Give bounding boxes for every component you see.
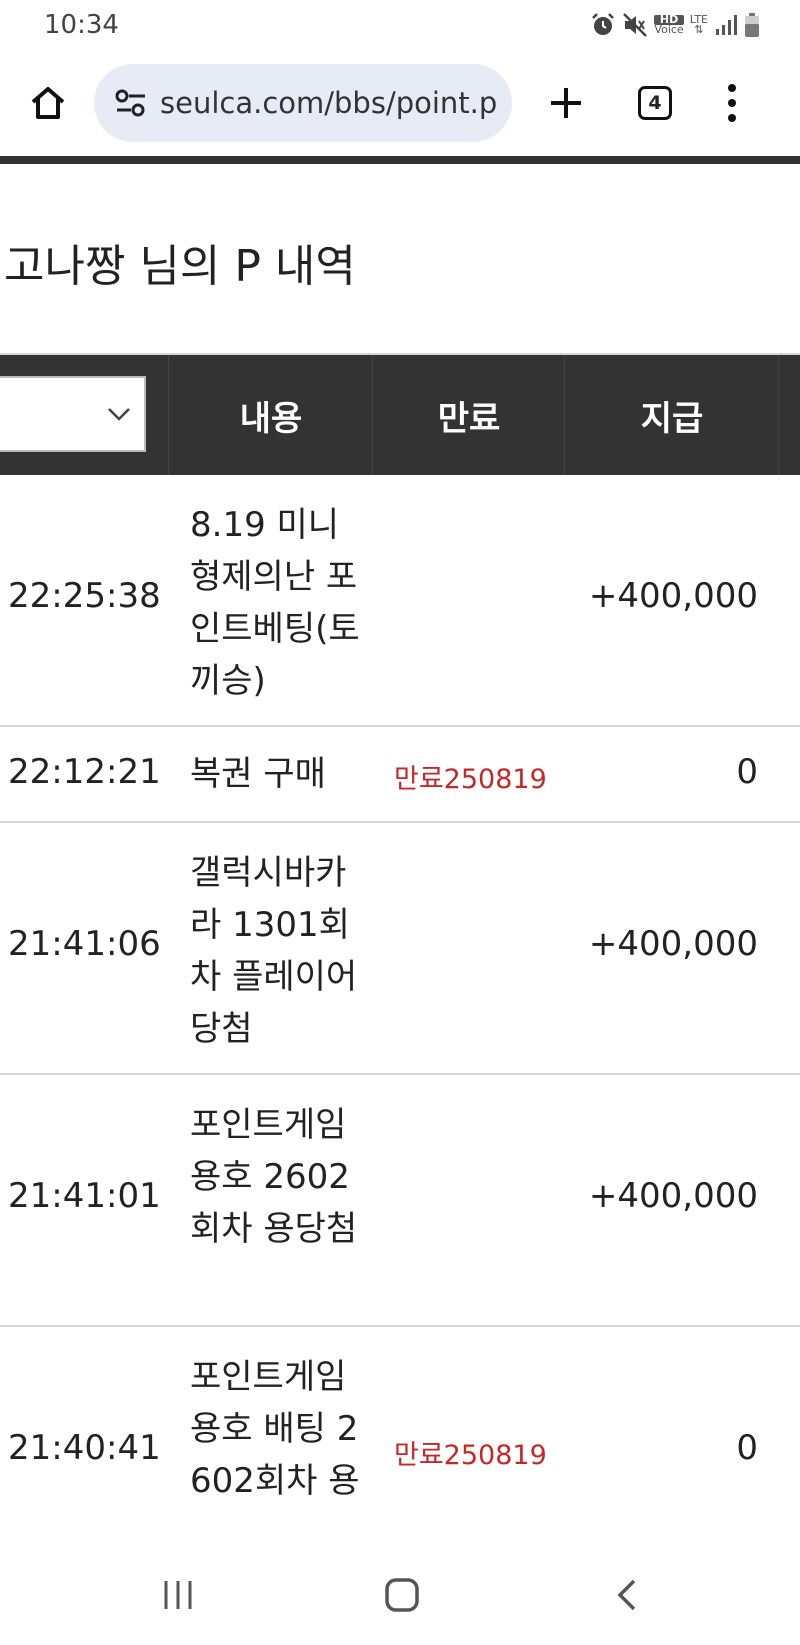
signal-icon xyxy=(716,15,737,35)
mute-icon xyxy=(623,13,648,37)
row-pay: 0 xyxy=(736,752,758,792)
row-pay: +400,000 xyxy=(588,576,758,616)
home-nav-icon[interactable] xyxy=(382,1575,422,1615)
back-icon[interactable] xyxy=(612,1575,644,1615)
header-expire: 만료 xyxy=(372,355,565,475)
recent-apps-icon[interactable] xyxy=(162,1575,194,1615)
row-time: 21:41:06 xyxy=(8,924,161,964)
row-pay: +400,000 xyxy=(588,924,758,964)
home-icon xyxy=(31,87,65,119)
more-menu-icon[interactable] xyxy=(726,84,738,122)
table-row: 21:40:41 포인트게임 용호 배팅 2602회차 용 만료250819 0 xyxy=(0,1327,800,1579)
page-title: 고나짱 님의 P 내역 xyxy=(4,241,356,292)
row-pay: 0 xyxy=(736,1428,758,1468)
table-row: 21:41:01 포인트게임 용호 2602회차 용당첨 +400,000 xyxy=(0,1075,800,1327)
filter-select[interactable] xyxy=(0,376,146,452)
table-header: 내용 만료 지급 xyxy=(0,355,800,475)
point-history-list: 22:25:38 8.19 미니형제의난 포인트베팅(토끼승) +400,000… xyxy=(0,475,800,1579)
status-icons: HD Voice LTE ⇅ xyxy=(590,12,760,38)
tab-switcher-button[interactable]: 4 xyxy=(638,86,672,120)
header-pay: 지급 xyxy=(564,355,779,475)
row-expire: 만료250819 xyxy=(394,764,547,795)
lte-badge: LTE ⇅ xyxy=(690,14,708,36)
plus-icon xyxy=(551,88,581,118)
row-expire: 만료250819 xyxy=(394,1440,547,1471)
home-button[interactable] xyxy=(24,79,72,127)
row-content: 복권 구매 xyxy=(190,754,326,794)
battery-icon xyxy=(745,13,759,37)
row-time: 21:41:01 xyxy=(8,1176,161,1216)
top-divider xyxy=(0,156,800,164)
status-time: 10:34 xyxy=(44,10,119,40)
hd-voice-badge: HD Voice xyxy=(654,14,684,36)
system-nav-bar xyxy=(0,1545,800,1645)
row-pay: +400,000 xyxy=(588,1176,758,1216)
table-row: 22:12:21 복권 구매 만료250819 0 xyxy=(0,727,800,823)
header-extra xyxy=(778,355,800,475)
data-arrows-icon: ⇅ xyxy=(694,23,704,36)
row-time: 21:40:41 xyxy=(8,1428,161,1468)
row-time: 22:25:38 xyxy=(8,576,161,616)
row-content: 갤럭시바카라 1301회차 플레이어당첨 xyxy=(190,853,358,1049)
browser-toolbar: seulca.com/bbs/point.php 4 xyxy=(0,50,800,156)
row-content: 8.19 미니형제의난 포인트베팅(토끼승) xyxy=(190,505,360,701)
new-tab-button[interactable] xyxy=(542,79,590,127)
voice-label: Voice xyxy=(654,23,684,36)
table-row: 21:41:06 갤럭시바카라 1301회차 플레이어당첨 +400,000 xyxy=(0,823,800,1075)
row-time: 22:12:21 xyxy=(8,752,161,792)
site-settings-icon[interactable] xyxy=(114,86,148,120)
url-text[interactable]: seulca.com/bbs/point.php xyxy=(160,86,498,120)
alarm-icon xyxy=(592,13,615,35)
address-bar[interactable]: seulca.com/bbs/point.php xyxy=(94,64,512,142)
row-content: 포인트게임 용호 2602회차 용당첨 xyxy=(190,1105,358,1249)
status-bar: 10:34 HD Voice LTE ⇅ xyxy=(0,0,800,50)
header-content: 내용 xyxy=(168,355,373,475)
chevron-down-icon xyxy=(108,408,130,421)
table-row: 22:25:38 8.19 미니형제의난 포인트베팅(토끼승) +400,000 xyxy=(0,475,800,727)
row-content: 포인트게임 용호 배팅 2602회차 용 xyxy=(190,1357,360,1501)
